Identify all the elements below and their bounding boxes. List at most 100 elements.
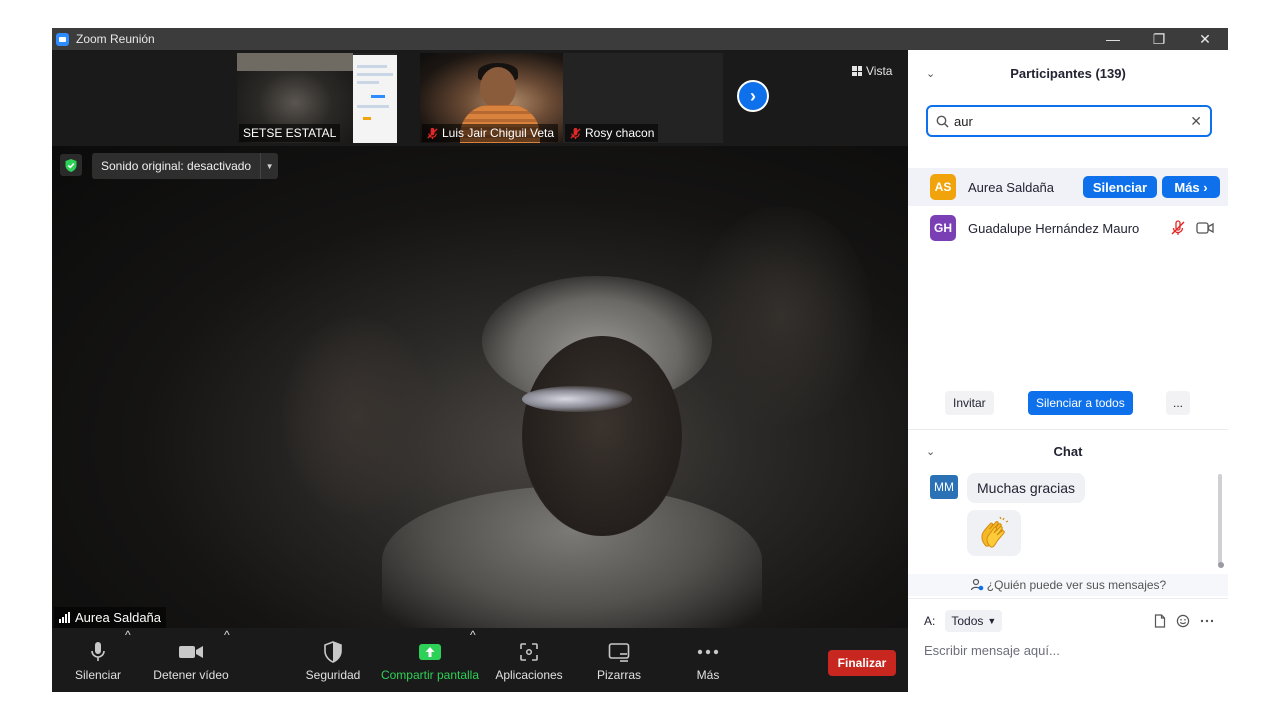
video-options-caret[interactable]: ^ — [224, 628, 230, 642]
avatar: MM — [930, 475, 958, 499]
video-face — [522, 336, 682, 536]
apps-icon — [519, 639, 539, 665]
participants-more-options-button[interactable]: ... — [1166, 391, 1190, 415]
recipient-dropdown[interactable]: Todos ▼ — [945, 610, 1003, 632]
participant-thumbnail[interactable]: Rosy chacon — [563, 53, 723, 143]
mic-muted-icon — [427, 127, 438, 139]
thumbnail-name-label: SETSE ESTATAL — [239, 124, 341, 142]
thumbnail-video-strip — [237, 53, 353, 71]
title-bar: Zoom Reunión — ❐ ✕ — [52, 28, 1228, 50]
chevron-down-icon[interactable]: ⌄ — [926, 445, 935, 458]
share-screen-button[interactable]: Compartir pantalla — [378, 628, 482, 692]
thumbnail-name-label: Rosy chacon — [565, 124, 659, 142]
whiteboard-icon — [608, 639, 630, 665]
search-icon — [936, 115, 949, 128]
chat-message: Muchas gracias — [967, 473, 1086, 503]
search-query: aur — [954, 113, 973, 129]
chevron-down-icon: ▼ — [987, 616, 997, 626]
chat-scrollbar[interactable] — [1218, 474, 1222, 566]
audio-options-caret[interactable]: ^ — [125, 628, 131, 642]
restore-button[interactable]: ❐ — [1136, 28, 1182, 50]
speaker-name-label: Aurea Saldaña — [54, 607, 167, 628]
clear-search-icon[interactable]: ✕ — [1190, 113, 1202, 130]
view-button-label: Vista — [866, 64, 893, 78]
stop-video-button[interactable]: Detener vídeo — [152, 628, 230, 692]
main-speaker-video: Sonido original: desactivado ▼ Aurea Sal… — [52, 146, 908, 628]
video-camera-icon — [178, 639, 204, 665]
mute-all-button[interactable]: Silenciar a todos — [1028, 391, 1133, 415]
mute-button[interactable]: Silenciar — [72, 628, 124, 692]
share-options-caret[interactable]: ^ — [470, 628, 476, 642]
user-visibility-icon — [970, 578, 984, 591]
participant-thumbnail[interactable]: SETSE ESTATAL — [237, 53, 397, 143]
participant-search-input[interactable]: aur ✕ — [926, 105, 1212, 137]
microphone-icon — [90, 639, 106, 665]
recipient-value: Todos — [951, 614, 984, 628]
stop-video-label: Detener vídeo — [153, 667, 229, 682]
video-camera-icon[interactable] — [1196, 221, 1214, 235]
view-button[interactable]: Vista — [852, 64, 892, 78]
whiteboards-button[interactable]: Pizarras — [592, 628, 646, 692]
participant-thumbnail[interactable]: Luis Jair Chiguil Veta — [420, 53, 580, 143]
video-hand-left — [282, 316, 432, 516]
minimize-button[interactable]: — — [1090, 28, 1136, 50]
participant-name: Aurea Saldaña — [968, 179, 1055, 195]
grid-view-icon — [852, 66, 862, 76]
chat-header: ⌄ Chat — [908, 433, 1228, 469]
window-title: Zoom Reunión — [76, 32, 155, 46]
chat-scrollbar-thumb[interactable] — [1218, 562, 1224, 568]
signal-strength-icon — [59, 612, 70, 623]
section-divider — [908, 429, 1228, 430]
next-page-button[interactable]: › — [737, 80, 769, 112]
chat-message-input[interactable] — [924, 640, 1214, 660]
thumbnail-name: SETSE ESTATAL — [243, 126, 337, 140]
security-button[interactable]: Seguridad — [304, 628, 362, 692]
thumbnail-name: Luis Jair Chiguil Veta — [442, 126, 555, 140]
thumbnail-name: Rosy chacon — [585, 126, 655, 140]
participant-name: Guadalupe Hernández Mauro — [968, 220, 1140, 236]
message-visibility-link[interactable]: ¿Quién puede ver sus mensajes? — [908, 574, 1228, 596]
shield-check-icon — [65, 158, 77, 172]
more-button[interactable]: Más — [688, 628, 728, 692]
more-dots-icon — [697, 639, 719, 665]
participant-row[interactable]: AS Aurea Saldaña Silenciar Más › — [908, 168, 1228, 206]
chevron-down-icon[interactable]: ▼ — [260, 153, 278, 179]
encryption-shield-icon[interactable] — [60, 154, 82, 176]
shield-icon — [323, 639, 343, 665]
original-sound-toggle[interactable]: Sonido original: desactivado ▼ — [92, 153, 279, 179]
clapping-hands-icon — [981, 516, 1009, 548]
share-screen-icon — [418, 639, 442, 665]
file-icon[interactable] — [1154, 614, 1166, 628]
chat-input-tools — [1154, 614, 1214, 628]
participants-title: Participantes (139) — [1010, 65, 1126, 81]
end-meeting-button[interactable]: Finalizar — [828, 650, 896, 676]
participant-row[interactable]: GH Guadalupe Hernández Mauro — [908, 209, 1228, 247]
chevron-down-icon[interactable]: ⌄ — [926, 67, 935, 80]
mute-button-label: Silenciar — [74, 667, 122, 682]
mute-participant-button[interactable]: Silenciar — [1083, 176, 1157, 198]
emoji-icon[interactable] — [1176, 614, 1190, 628]
apps-button[interactable]: Aplicaciones — [492, 628, 566, 692]
thumbnail-strip: SETSE ESTATAL Luis Jair Chiguil Veta Ros… — [52, 50, 908, 146]
invite-button[interactable]: Invitar — [945, 391, 994, 415]
video-area: SETSE ESTATAL Luis Jair Chiguil Veta Ros… — [52, 50, 908, 692]
apps-label: Aplicaciones — [495, 667, 563, 682]
video-hand-right — [692, 206, 872, 426]
message-visibility-label: ¿Quién puede ver sus mensajes? — [986, 578, 1167, 592]
chat-recipient-row: A: Todos ▼ — [924, 610, 1214, 632]
zoom-meeting-window: Zoom Reunión — ❐ ✕ SETSE ESTATAL Luis Ja… — [52, 28, 1228, 692]
chat-title: Chat — [1053, 443, 1083, 459]
thumbnail-name-label: Luis Jair Chiguil Veta — [422, 124, 559, 142]
mic-muted-icon[interactable] — [1170, 220, 1186, 236]
chat-message-list: MM Muchas gracias — [908, 470, 1228, 576]
side-panel: ⌄ Participantes (139) aur ✕ AS Aurea Sal… — [908, 50, 1228, 692]
participants-header: ⌄ Participantes (139) — [908, 55, 1228, 91]
more-dots-icon[interactable] — [1200, 619, 1214, 623]
chat-message-emoji — [967, 510, 1021, 556]
whiteboards-label: Pizarras — [596, 667, 641, 682]
participant-more-button[interactable]: Más › — [1162, 176, 1220, 198]
mic-muted-icon — [570, 127, 581, 139]
close-button[interactable]: ✕ — [1182, 28, 1228, 50]
avatar: AS — [930, 174, 956, 200]
original-sound-label: Sonido original: desactivado — [101, 159, 252, 173]
